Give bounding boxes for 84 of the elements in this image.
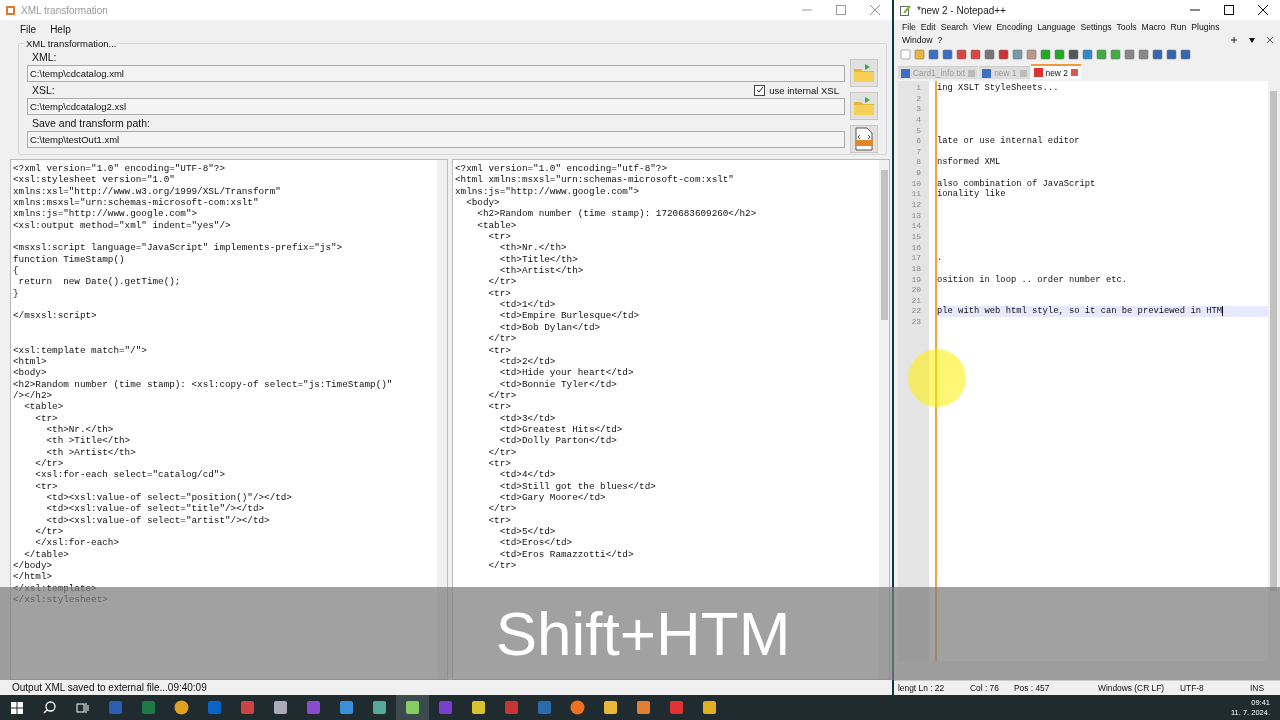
menu-item[interactable]: ?	[936, 34, 947, 45]
path-field[interactable]: C:\temp\testOut1.xml	[27, 131, 845, 148]
app-icon[interactable]	[339, 700, 354, 715]
line-number: 13	[910, 210, 922, 222]
line-number: 2	[915, 93, 922, 105]
menu-item[interactable]: Macro	[1140, 21, 1170, 32]
window-title: XML transformation	[21, 4, 109, 16]
text-line: nsformed XML	[937, 157, 1001, 169]
menu-item[interactable]: Plugins	[1190, 21, 1224, 32]
menu-item[interactable]: Tools	[1115, 21, 1141, 32]
line-number: 7	[915, 146, 922, 158]
line-number: 10	[910, 178, 922, 190]
window-title: *new 2 - Notepad++	[917, 4, 1007, 16]
line-number: 23	[910, 317, 922, 328]
keystroke-caption: Shift+HTM	[495, 598, 791, 669]
line-number: 21	[910, 295, 922, 307]
status-text: Windows (CR LF)	[1097, 683, 1166, 693]
menu-item[interactable]: Edit	[919, 21, 940, 32]
app-icon[interactable]	[471, 700, 486, 715]
field-label: Save and transform path:	[32, 117, 150, 129]
notepad-icon	[900, 4, 911, 16]
line-number: 15	[910, 231, 922, 243]
app-icon[interactable]	[273, 700, 288, 715]
file-tab[interactable]: new 2	[1030, 64, 1081, 79]
line-number: 14	[910, 221, 922, 232]
xml-code: <?xml version="1.0" encoding="utf-8"?> <html xmlns:msxsl="urn:schemas-microsoft-com:xslt" xmlns:js="http://www.google.com"> <body> <h2>Random number (time stamp): 1720683609260</h2> <table> <tr> <th>Nr.</th> <th>Title</th> <th>Artist</th> </tr> <tr> <td>1</td> <td>Empire Burlesque</td> <td>Bob Dylan</td> </tr> <tr> <td>2</td> <td>Hide your heart</td> <td>Bonnie Tyler</td> </tr> <tr> <td>3</td> <td>Greatest Hits</td> <td>Dolly Parton</td> </tr> <tr> <td>4</td> <td>Still got the blues</td> <td>Gary Moore</td> </tr> <tr> <td>5</td> <td>Eros</td> <td>Eros Ramazzotti</td> </tr>	[454, 162, 758, 574]
menu-item[interactable]: Settings	[1079, 21, 1116, 32]
line-number: 9	[915, 168, 922, 179]
windows-icon[interactable]	[10, 701, 23, 714]
menu-item[interactable]: File	[14, 23, 43, 35]
status-text: INS	[1249, 683, 1265, 693]
menu-item[interactable]: Help	[44, 23, 77, 35]
path-field[interactable]: C:\temp\cdcatalog.xml	[27, 65, 845, 82]
path-field[interactable]: C:\temp\cdcatalog2.xsl	[27, 98, 845, 115]
menu-item[interactable]: File	[901, 21, 920, 32]
status-text: Col : 76	[969, 683, 1000, 693]
save-button[interactable]	[850, 125, 878, 153]
text-line: ing XSLT StyleSheets...	[937, 83, 1059, 94]
plus-icon[interactable]	[1230, 35, 1238, 44]
group-title: XML transformation...	[25, 38, 118, 49]
line-number: 1	[915, 83, 922, 94]
checkbox-label: use internal XSL	[769, 84, 839, 96]
menu-item[interactable]: Run	[1169, 21, 1191, 32]
text-line: .	[937, 253, 943, 264]
field-label: XSL:	[32, 84, 55, 96]
line-number: 22	[910, 306, 922, 318]
field-label: XML:	[32, 51, 57, 63]
line-number: 6	[915, 136, 922, 147]
menu-item[interactable]: Window	[901, 34, 937, 45]
status-text: Pos : 457	[1013, 683, 1051, 693]
checkbox[interactable]	[754, 84, 766, 96]
status-text: Output XML saved to external file...09:40:09	[12, 682, 207, 693]
menu-item[interactable]: Language	[1036, 21, 1080, 32]
line-number: 16	[910, 242, 922, 254]
text-line: osition in loop .. order number etc.	[937, 274, 1128, 286]
menu-item[interactable]: View	[971, 21, 996, 32]
cursor-highlight	[908, 349, 966, 407]
app-icon[interactable]	[702, 700, 717, 715]
text-line: also combination of JavaScript	[937, 178, 1096, 189]
app-icon	[6, 5, 15, 15]
app-icon[interactable]	[636, 700, 651, 715]
dropdown-icon[interactable]	[1248, 35, 1256, 44]
text-line: ionality like	[937, 189, 1006, 201]
line-number: 4	[915, 114, 922, 126]
line-number: 5	[915, 125, 922, 137]
status-text: UTF-8	[1179, 683, 1205, 693]
text-line: ple with web html style, so it can be previewed in HTM	[937, 306, 1223, 318]
status-text: lengt Ln : 22	[897, 683, 946, 693]
app-icon[interactable]	[372, 700, 387, 715]
line-number: 20	[910, 285, 922, 296]
line-number: 11	[910, 189, 922, 201]
xml-file-icon	[854, 127, 874, 151]
line-number: 12	[910, 200, 922, 211]
task-view-icon[interactable]	[76, 701, 89, 714]
menu-item[interactable]: Search	[939, 21, 972, 32]
line-number: 8	[915, 157, 922, 169]
close-icon[interactable]	[1266, 35, 1274, 44]
text-line: late or use internal editor	[937, 136, 1080, 147]
line-number: 17	[910, 253, 922, 264]
line-number: 19	[910, 274, 922, 286]
menu-item[interactable]: Encoding	[995, 21, 1037, 32]
search-icon[interactable]	[43, 701, 56, 714]
line-number: 3	[915, 104, 922, 115]
line-number: 18	[910, 263, 922, 275]
